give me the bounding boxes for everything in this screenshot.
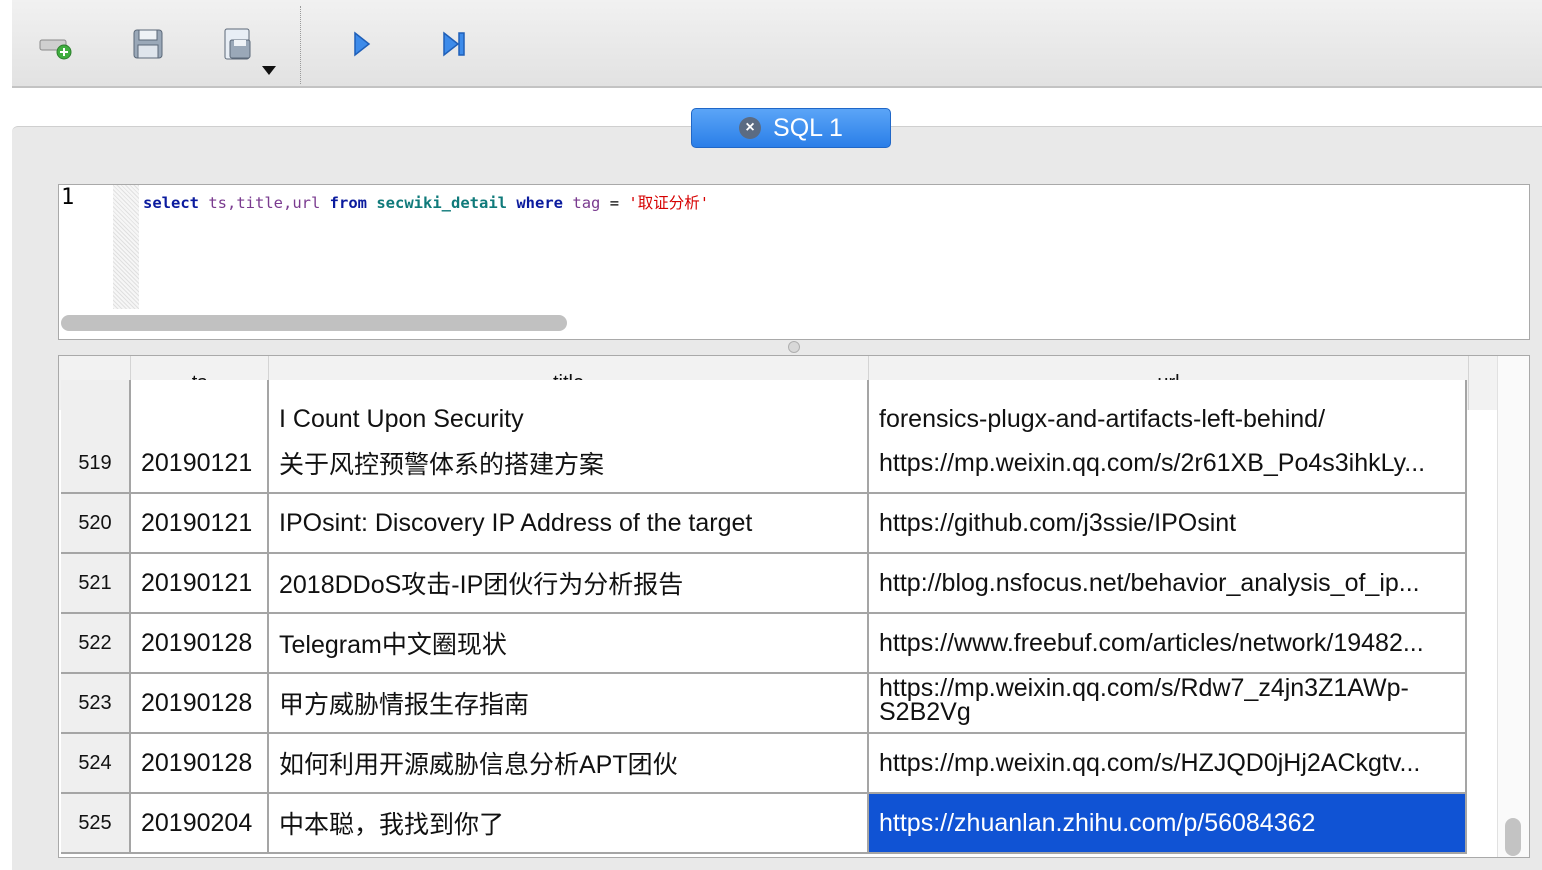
cell-title[interactable]: 2018DDoS攻击-IP团伙行为分析报告 bbox=[269, 554, 869, 614]
cell-url[interactable]: http://blog.nsfocus.net/behavior_analysi… bbox=[869, 554, 1467, 614]
cell-ts[interactable] bbox=[131, 380, 269, 440]
keyword-where: where bbox=[516, 194, 564, 212]
cell-ts[interactable]: 20190121 bbox=[131, 554, 269, 614]
run-step-button[interactable] bbox=[432, 22, 476, 66]
cell-ts[interactable]: 20190128 bbox=[131, 734, 269, 794]
cell-title[interactable]: 关于风控预警体系的搭建方案 bbox=[269, 434, 869, 494]
cell-title[interactable]: 如何利用开源威胁信息分析APT团伙 bbox=[269, 734, 869, 794]
cell-index: 523 bbox=[61, 674, 131, 734]
cell-index: 524 bbox=[61, 734, 131, 794]
save-as-icon bbox=[224, 28, 251, 60]
add-connection-icon bbox=[39, 39, 72, 60]
keyword-from: from bbox=[329, 194, 367, 212]
cell-ts[interactable]: 20190128 bbox=[131, 674, 269, 734]
cell-url[interactable]: forensics-plugx-and-artifacts-left-behin… bbox=[869, 380, 1467, 440]
run-icon bbox=[354, 31, 371, 57]
cell-url[interactable]: https://www.freebuf.com/articles/network… bbox=[869, 614, 1467, 674]
chevron-down-icon[interactable] bbox=[262, 66, 276, 75]
cell-title[interactable]: 甲方威胁情报生存指南 bbox=[269, 674, 869, 734]
run-button[interactable] bbox=[340, 22, 384, 66]
add-connection-button[interactable] bbox=[34, 24, 78, 68]
results-grid: ts title url I Count Upon Security foren… bbox=[58, 355, 1530, 858]
string-literal: '取证分析' bbox=[628, 194, 710, 212]
cell-index: 519 bbox=[61, 434, 131, 494]
column-tag: tag bbox=[572, 194, 601, 212]
sql-editor[interactable]: 1 select ts,title,url from secwiki_detai… bbox=[58, 184, 1530, 340]
cell-url[interactable]: https://github.com/j3ssie/IPOsint bbox=[869, 494, 1467, 554]
tab-label: SQL 1 bbox=[773, 113, 843, 142]
cell-title[interactable]: 中本聪，我找到你了 bbox=[269, 794, 869, 854]
cell-ts[interactable]: 20190121 bbox=[131, 494, 269, 554]
run-step-icon bbox=[443, 31, 465, 57]
cell-url[interactable]: https://mp.weixin.qq.com/s/2r61XB_Po4s3i… bbox=[869, 434, 1467, 494]
header-filler bbox=[1469, 356, 1497, 410]
cell-ts[interactable]: 20190204 bbox=[131, 794, 269, 854]
toolbar-divider bbox=[300, 6, 301, 84]
sql-code[interactable]: select ts,title,url from secwiki_detail … bbox=[143, 191, 709, 213]
cell-index bbox=[61, 380, 131, 440]
cell-url[interactable]: https://mp.weixin.qq.com/s/Rdw7_z4jn3Z1A… bbox=[869, 674, 1467, 734]
cell-url[interactable]: https://mp.weixin.qq.com/s/HZJQD0jHj2ACk… bbox=[869, 734, 1467, 794]
toolbar bbox=[12, 0, 1542, 88]
table-name: secwiki_detail bbox=[376, 194, 507, 212]
vertical-scrollbar-track[interactable] bbox=[1497, 356, 1529, 857]
tab-sql-1[interactable]: × SQL 1 bbox=[691, 108, 891, 148]
close-icon[interactable]: × bbox=[739, 117, 762, 139]
line-number: 1 bbox=[61, 185, 75, 210]
column-list: ts,title,url bbox=[208, 194, 321, 212]
keyword-select: select bbox=[143, 194, 199, 212]
cell-title[interactable]: Telegram中文圈现状 bbox=[269, 614, 869, 674]
splitter-handle[interactable] bbox=[788, 341, 800, 353]
save-button[interactable] bbox=[126, 22, 170, 66]
operator-equals: = bbox=[609, 194, 620, 212]
cell-index: 522 bbox=[61, 614, 131, 674]
horizontal-scrollbar[interactable] bbox=[61, 315, 567, 331]
line-gutter: 1 bbox=[59, 185, 115, 309]
cell-index: 525 bbox=[61, 794, 131, 854]
fold-gutter bbox=[113, 185, 139, 309]
cell-title[interactable]: IPOsint: Discovery IP Address of the tar… bbox=[269, 494, 869, 554]
cell-index: 521 bbox=[61, 554, 131, 614]
cell-title[interactable]: I Count Upon Security bbox=[269, 380, 869, 440]
save-icon bbox=[133, 29, 163, 59]
cell-url-selected[interactable]: https://zhuanlan.zhihu.com/p/56084362 bbox=[869, 794, 1467, 854]
save-as-button[interactable] bbox=[216, 22, 260, 66]
cell-ts[interactable]: 20190128 bbox=[131, 614, 269, 674]
cell-ts[interactable]: 20190121 bbox=[131, 434, 269, 494]
cell-index: 520 bbox=[61, 494, 131, 554]
vertical-scrollbar-thumb[interactable] bbox=[1505, 818, 1521, 856]
